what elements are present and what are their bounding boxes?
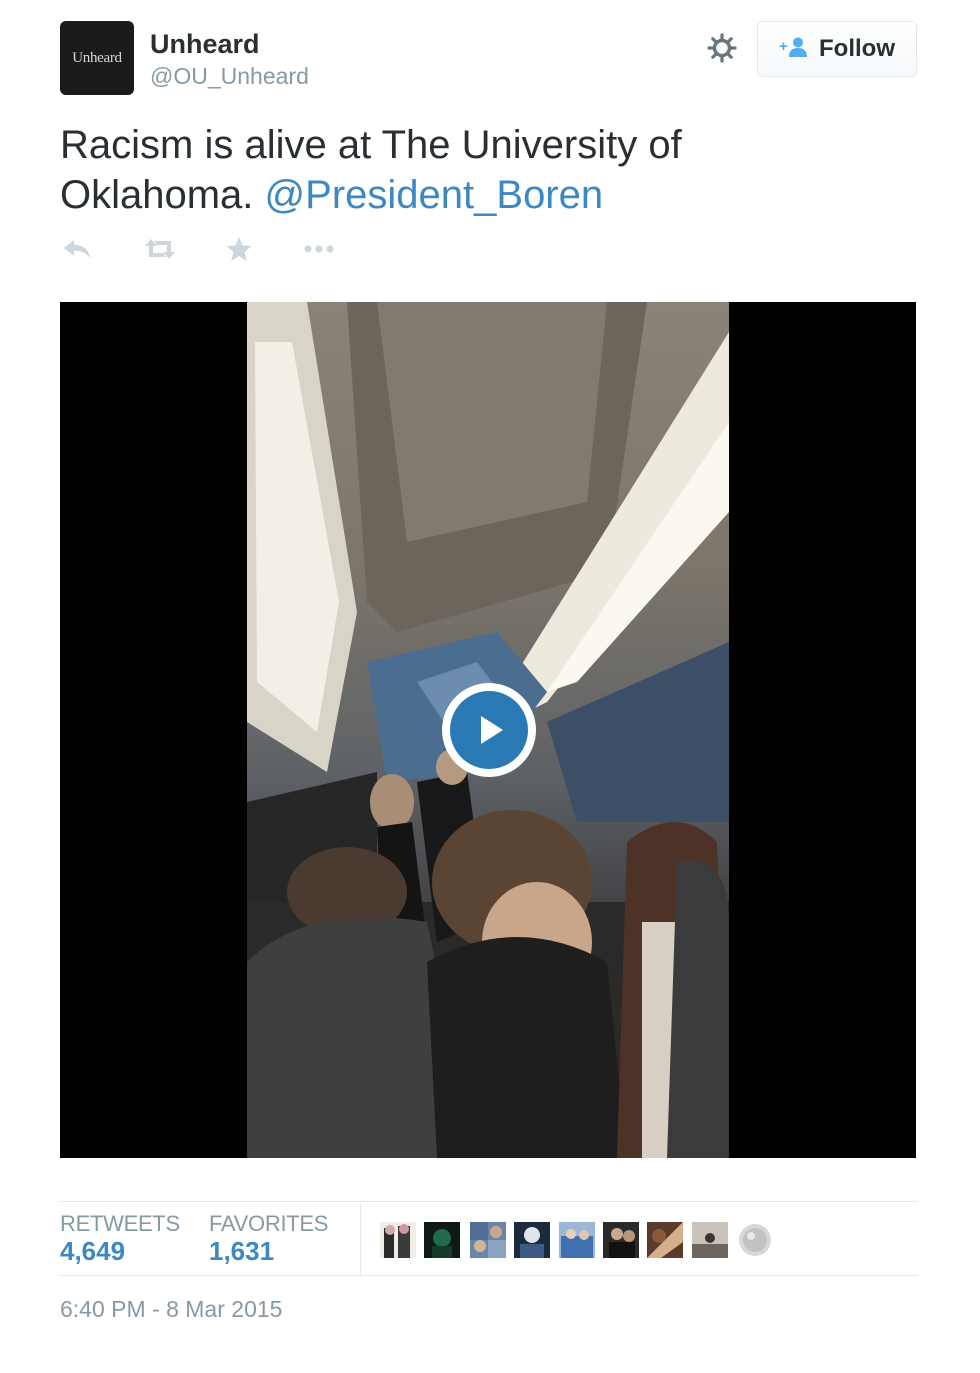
favoriter-avatar[interactable] bbox=[424, 1222, 460, 1258]
author-avatar[interactable]: Unheard bbox=[60, 21, 134, 95]
favoriter-avatar[interactable] bbox=[603, 1222, 639, 1258]
mention-link[interactable]: @President_Boren bbox=[265, 173, 604, 217]
stats-separator bbox=[360, 1203, 361, 1275]
gear-icon[interactable] bbox=[706, 32, 738, 64]
reply-icon[interactable] bbox=[62, 234, 92, 264]
retweets-label: RETWEETS bbox=[60, 1211, 180, 1236]
divider-top bbox=[60, 1201, 918, 1202]
video-player[interactable] bbox=[60, 302, 916, 1158]
svg-text:+: + bbox=[779, 38, 788, 55]
favorite-icon[interactable] bbox=[225, 234, 253, 264]
retweets-count[interactable]: 4,649 bbox=[60, 1236, 125, 1267]
more-icon[interactable] bbox=[303, 234, 337, 264]
favoriter-avatar[interactable] bbox=[647, 1222, 683, 1258]
tweet-timestamp[interactable]: 6:40 PM - 8 Mar 2015 bbox=[60, 1296, 282, 1323]
favorites-count[interactable]: 1,631 bbox=[209, 1236, 274, 1267]
avatar-logo-text: Unheard bbox=[72, 49, 122, 66]
add-user-icon: + bbox=[779, 36, 809, 63]
divider-bottom bbox=[60, 1275, 918, 1276]
favoriter-avatar[interactable] bbox=[737, 1222, 773, 1258]
play-icon[interactable] bbox=[442, 683, 536, 777]
author-name[interactable]: Unheard bbox=[150, 29, 260, 60]
favoriter-avatar[interactable] bbox=[380, 1222, 416, 1258]
retweet-icon[interactable] bbox=[143, 234, 177, 264]
author-handle[interactable]: @OU_Unheard bbox=[150, 63, 309, 90]
favoriter-avatar[interactable] bbox=[692, 1222, 728, 1258]
tweet-text: Racism is alive at The University of Okl… bbox=[60, 120, 860, 220]
follow-button[interactable]: + Follow bbox=[757, 21, 917, 77]
favoriter-avatar[interactable] bbox=[514, 1222, 550, 1258]
favoriter-avatar[interactable] bbox=[470, 1222, 506, 1258]
follow-label: Follow bbox=[819, 35, 895, 62]
favorites-label: FAVORITES bbox=[209, 1211, 329, 1236]
favoriter-avatar[interactable] bbox=[559, 1222, 595, 1258]
